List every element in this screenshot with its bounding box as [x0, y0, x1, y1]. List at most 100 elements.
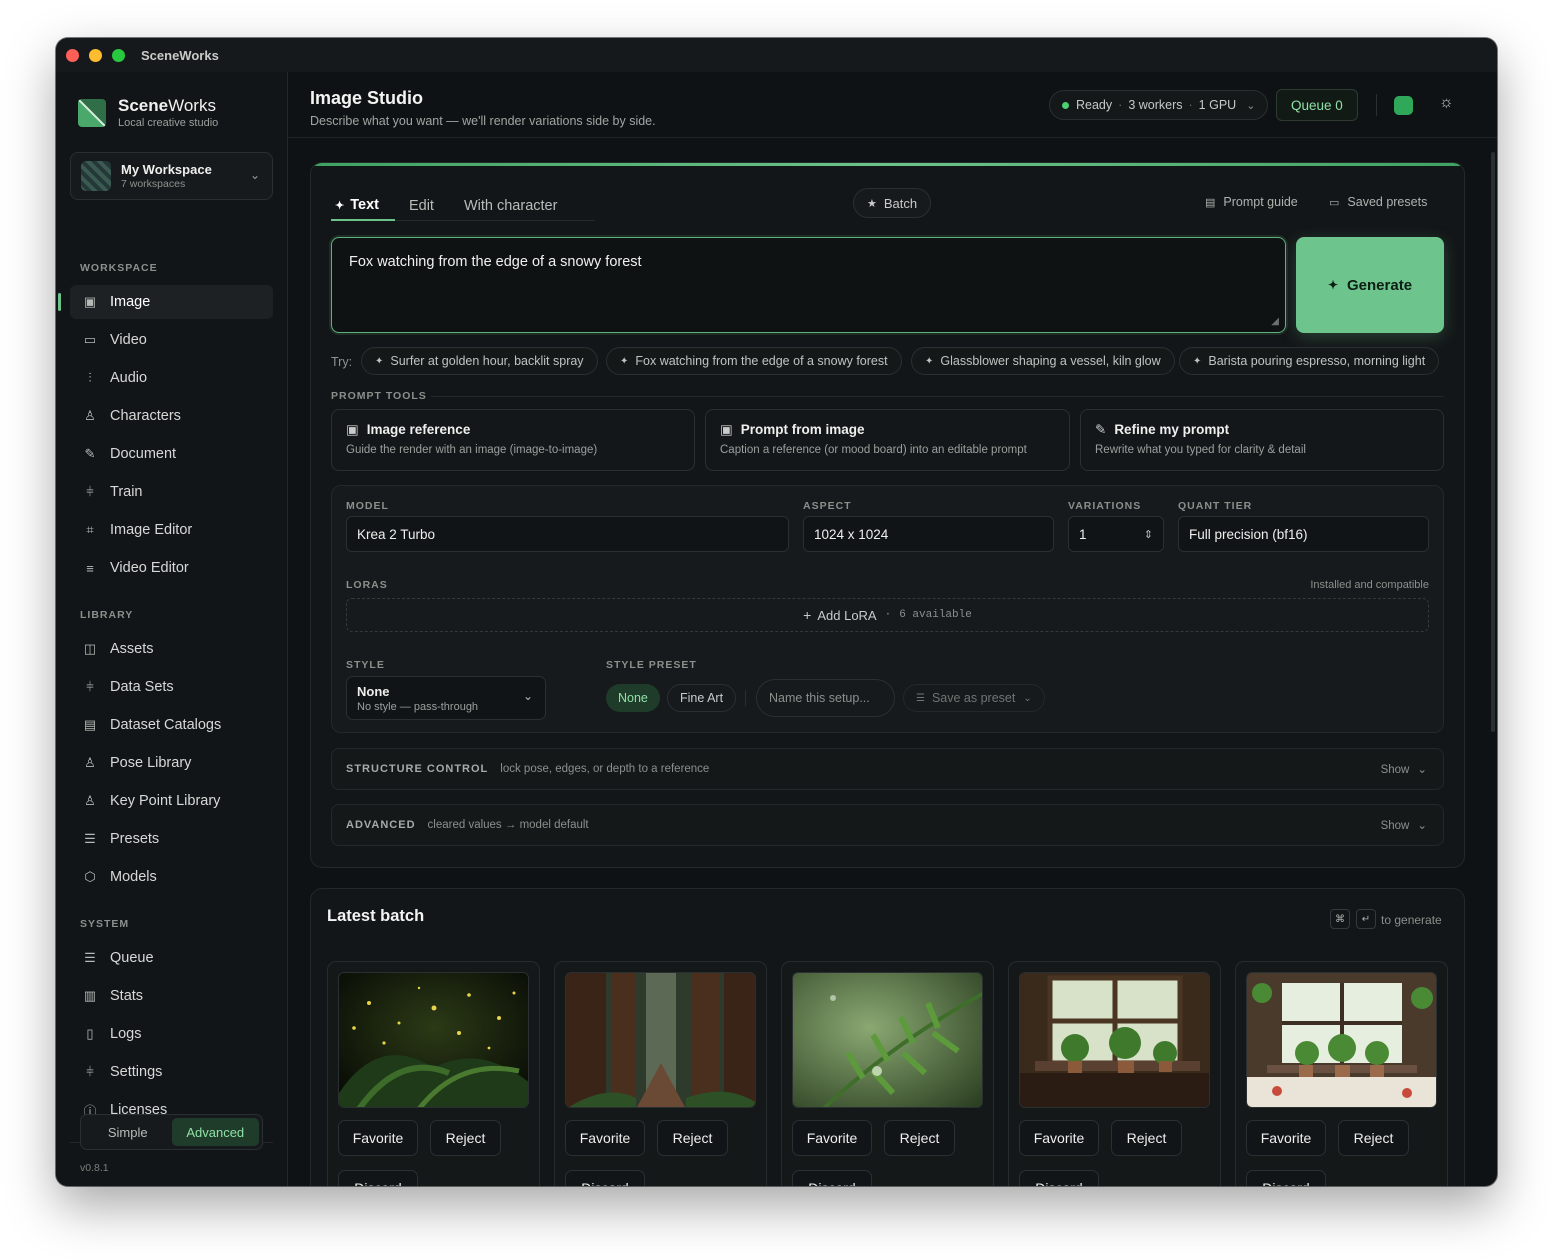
window-title: SceneWorks — [141, 47, 219, 63]
sidebar-item-data-sets[interactable]: ⫩ Data Sets — [70, 670, 273, 704]
advanced-section[interactable]: ADVANCED cleared values → model default … — [331, 804, 1444, 846]
reject-button[interactable]: Reject — [1338, 1120, 1409, 1156]
maximize-window-button[interactable] — [112, 48, 125, 62]
prompt-from-image-tool[interactable]: ▣ Prompt from image Caption a reference (… — [705, 409, 1070, 471]
sparkle-icon: ✦ — [335, 199, 345, 212]
chevron-down-icon: ⌄ — [1417, 820, 1427, 832]
discard-button[interactable]: Discard — [565, 1170, 645, 1186]
sidebar-item-key-point-library[interactable]: ♙ Key Point Library — [70, 784, 273, 818]
discard-button[interactable]: Discard — [1246, 1170, 1326, 1186]
tab-with-character[interactable]: With character — [460, 191, 573, 221]
sidebar-item-settings[interactable]: ⫩ Settings — [70, 1055, 273, 1089]
sidebar-item-video-editor[interactable]: ≡ Video Editor — [70, 551, 273, 585]
sidebar-item-models[interactable]: ⬡ Models — [70, 860, 273, 894]
saved-presets-link[interactable]: ▭ Saved presets — [1329, 195, 1427, 209]
suggestion-chip[interactable]: ✦ Barista pouring espresso, morning light — [1179, 347, 1440, 375]
favorite-button[interactable]: Favorite — [1019, 1120, 1099, 1156]
refine-prompt-tool[interactable]: ✎ Refine my prompt Rewrite what you typed… — [1080, 409, 1444, 471]
suggestion-chip[interactable]: ✦ Surfer at golden hour, backlit spray — [361, 347, 598, 375]
star-icon: ★ — [867, 197, 877, 210]
variations-label: VARIATIONS — [1068, 500, 1142, 512]
save-preset-button[interactable]: ☰ Save as preset ⌄ — [903, 684, 1045, 712]
resize-handle-icon[interactable]: ◢ — [1271, 316, 1279, 327]
tab-edit[interactable]: Edit — [405, 191, 450, 221]
favorite-button[interactable]: Favorite — [338, 1120, 418, 1156]
structure-show-toggle[interactable]: Show ⌄ — [1381, 762, 1427, 776]
prompt-guide-link[interactable]: ▤ Prompt guide — [1205, 195, 1298, 209]
batch-button[interactable]: ★ Batch — [853, 188, 932, 218]
aspect-select[interactable]: 1024 x 1024 — [803, 516, 1054, 552]
reject-button[interactable]: Reject — [430, 1120, 501, 1156]
simple-mode-button[interactable]: Simple — [84, 1118, 172, 1146]
variations-stepper[interactable]: 1 ⇕ — [1068, 516, 1164, 552]
result-image[interactable] — [338, 972, 529, 1108]
result-image[interactable] — [792, 972, 983, 1108]
sidebar-item-label: Characters — [110, 408, 181, 424]
preset-name-input[interactable]: Name this setup... — [756, 679, 895, 717]
queue-button[interactable]: Queue 0 — [1276, 89, 1358, 121]
image-icon: ▣ — [83, 294, 97, 309]
brand-subtitle: Local creative studio — [118, 117, 219, 129]
style-select[interactable]: None No style — pass-through ⌄ — [346, 676, 546, 720]
preset-fine-art-chip[interactable]: Fine Art — [667, 684, 737, 712]
model-select[interactable]: Krea 2 Turbo — [346, 516, 789, 552]
mode-toggle: Simple Advanced — [80, 1114, 263, 1150]
structure-control-section[interactable]: STRUCTURE CONTROL lock pose, edges, or d… — [331, 748, 1444, 790]
sidebar-item-image[interactable]: ▣ Image — [58, 285, 273, 319]
close-window-button[interactable] — [66, 48, 79, 62]
result-image[interactable] — [1246, 972, 1437, 1108]
sidebar-item-image-editor[interactable]: ⌗ Image Editor — [70, 513, 273, 547]
suggestion-chip[interactable]: ✦ Glassblower shaping a vessel, kiln glow — [911, 347, 1175, 375]
page-header: Image Studio Describe what you want — we… — [288, 72, 1497, 138]
advanced-show-toggle[interactable]: Show ⌄ — [1381, 818, 1427, 832]
accent-color-swatch[interactable] — [1394, 96, 1413, 115]
discard-button[interactable]: Discard — [338, 1170, 418, 1186]
sidebar-item-document[interactable]: ✎ Document — [70, 437, 273, 471]
favorite-button[interactable]: Favorite — [565, 1120, 645, 1156]
workspace-switcher[interactable]: My Workspace 7 workspaces ⌄ — [70, 152, 273, 200]
sidebar-item-logs[interactable]: ▯ Logs — [70, 1017, 273, 1051]
sidebar-item-queue[interactable]: ☰ Queue — [70, 941, 273, 975]
sun-icon[interactable]: ☼ — [1439, 94, 1454, 112]
status-workers: 3 workers — [1128, 98, 1183, 112]
sidebar-item-stats[interactable]: ▥ Stats — [70, 979, 273, 1013]
chevron-down-icon: ⌄ — [522, 689, 533, 703]
sidebar-item-label: Assets — [110, 641, 154, 657]
sidebar-item-train[interactable]: ⫩ Train — [70, 475, 273, 509]
reject-button[interactable]: Reject — [1111, 1120, 1182, 1156]
discard-button[interactable]: Discard — [1019, 1170, 1099, 1186]
sparkle-icon: ✦ — [925, 355, 934, 367]
result-image[interactable] — [1019, 972, 1210, 1108]
preset-none-chip[interactable]: None — [606, 684, 660, 712]
stepper-icon[interactable]: ⇕ — [1144, 528, 1153, 541]
loras-note: Installed and compatible — [1310, 579, 1429, 591]
sidebar-item-label: Train — [110, 484, 143, 500]
sidebar-item-assets[interactable]: ◫ Assets — [70, 632, 273, 666]
sidebar-item-dataset-catalogs[interactable]: ▤ Dataset Catalogs — [70, 708, 273, 742]
generate-button[interactable]: ✦ Generate — [1296, 237, 1444, 333]
reject-button[interactable]: Reject — [884, 1120, 955, 1156]
add-lora-button[interactable]: + Add LoRA · 6 available — [346, 598, 1429, 632]
advanced-mode-button[interactable]: Advanced — [171, 1118, 259, 1146]
sidebar-item-characters[interactable]: ♙ Characters — [70, 399, 273, 433]
prompt-input[interactable]: Fox watching from the edge of a snowy fo… — [331, 237, 1286, 333]
sidebar-item-label: Logs — [110, 1026, 142, 1042]
scrollbar[interactable] — [1491, 152, 1495, 732]
tab-text[interactable]: ✦ Text — [331, 191, 395, 221]
reject-button[interactable]: Reject — [657, 1120, 728, 1156]
structure-control-desc: lock pose, edges, or depth to a referenc… — [500, 763, 710, 775]
result-image[interactable] — [565, 972, 756, 1108]
status-pill[interactable]: Ready · 3 workers · 1 GPU ⌄ — [1049, 90, 1269, 120]
sidebar-item-video[interactable]: ▭ Video — [70, 323, 273, 357]
minimize-window-button[interactable] — [89, 48, 102, 62]
image-reference-tool[interactable]: ▣ Image reference Guide the render with a… — [331, 409, 695, 471]
discard-button[interactable]: Discard — [792, 1170, 872, 1186]
sidebar-item-pose-library[interactable]: ♙ Pose Library — [70, 746, 273, 780]
favorite-button[interactable]: Favorite — [792, 1120, 872, 1156]
sidebar-item-label: Settings — [110, 1064, 163, 1080]
sidebar-item-presets[interactable]: ☰ Presets — [70, 822, 273, 856]
sidebar-item-audio[interactable]: ⫶ Audio — [70, 361, 273, 395]
favorite-button[interactable]: Favorite — [1246, 1120, 1326, 1156]
quant-tier-select[interactable]: Full precision (bf16) — [1178, 516, 1429, 552]
suggestion-chip[interactable]: ✦ Fox watching from the edge of a snowy f… — [606, 347, 902, 375]
